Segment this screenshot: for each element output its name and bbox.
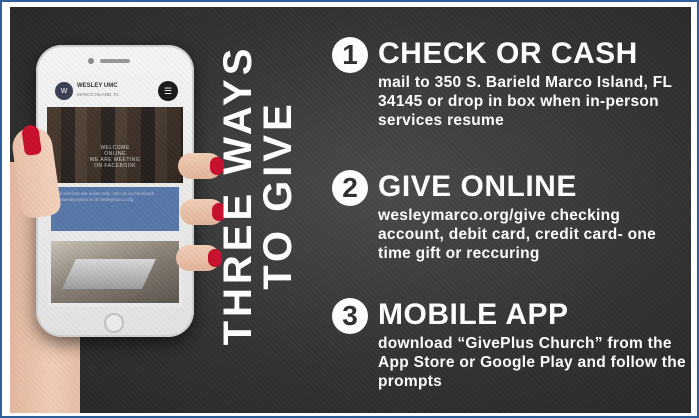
menu-icon[interactable]: ☰: [158, 81, 178, 101]
phone-speaker: [100, 59, 130, 63]
way-title: CHECK OR CASH: [378, 37, 638, 70]
way-title: MOBILE APP: [378, 298, 569, 331]
notice-text: All services are online only. Join us on…: [57, 191, 154, 202]
hand-finger: [176, 245, 222, 271]
app-header: W WESLEY UMC MARCO ISLAND, FL ☰: [47, 75, 183, 107]
app-subtitle: MARCO ISLAND, FL: [77, 92, 120, 97]
laptop-photo: [51, 241, 179, 303]
number-badge: 3: [332, 298, 368, 334]
home-button: [104, 313, 124, 333]
way-title: GIVE ONLINE: [378, 170, 577, 203]
phone-screen: W WESLEY UMC MARCO ISLAND, FL ☰ WELCOME …: [47, 75, 183, 307]
hero-image: WELCOME ONLINE WE ARE MEETING ON FACEBOO…: [47, 107, 183, 183]
church-logo-icon: W: [55, 82, 73, 100]
number-badge: 1: [332, 37, 368, 73]
online-notice: All services are online only. Join us on…: [51, 187, 179, 231]
camera-icon: [88, 58, 94, 64]
hero-line: ON FACEBOOK: [94, 163, 136, 169]
way-description: mail to 350 S. Barield Marco Island, FL …: [378, 74, 672, 129]
three-ways-heading: THREE WAYS TO GIVE: [216, 44, 300, 346]
way-description: wesleymarco.org/give checking account, d…: [378, 207, 657, 262]
smartphone: W WESLEY UMC MARCO ISLAND, FL ☰ WELCOME …: [36, 45, 194, 337]
flyer-panel: W WESLEY UMC MARCO ISLAND, FL ☰ WELCOME …: [10, 7, 691, 413]
heading-line-2: TO GIVE: [256, 100, 300, 290]
image-frame: W WESLEY UMC MARCO ISLAND, FL ☰ WELCOME …: [0, 0, 699, 418]
heading-line-1: THREE WAYS: [216, 44, 260, 346]
way-description: download “GivePlus Church” from the App …: [378, 335, 686, 390]
hero-text: WELCOME ONLINE WE ARE MEETING ON FACEBOO…: [47, 145, 183, 169]
number-badge: 2: [332, 170, 368, 206]
app-title: WESLEY UMC: [77, 83, 118, 89]
laptop-shape: [62, 259, 156, 289]
